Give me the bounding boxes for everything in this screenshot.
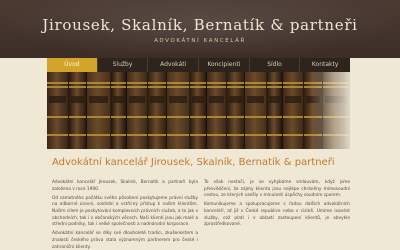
book-spine [87, 72, 111, 149]
site-title[interactable]: Jirousek, Skalník, Bernatík & partneři [0, 16, 400, 34]
book-spine [227, 72, 245, 149]
paragraph: Komunikujeme a spolupracujeme s řadou da… [204, 202, 350, 228]
book-spine [190, 72, 207, 149]
page-title: Advokátní kancelář Jirousek, Skalník, Be… [52, 157, 335, 168]
main-nav: Úvod Služby Advokáti Koncipienti Sídlo K… [47, 58, 350, 72]
paragraph: Advokátní kancelář se díky své dlouholet… [52, 231, 198, 250]
book-spine [111, 72, 127, 149]
book-spine [245, 72, 267, 149]
book-spine [283, 72, 304, 149]
book-spine [167, 72, 190, 149]
site-header: Jirousek, Skalník, Bernatík & partneři A… [0, 0, 400, 58]
paragraph: Od samotného počátku svého působení posk… [52, 195, 198, 228]
nav-item-sidlo[interactable]: Sídlo [250, 58, 301, 72]
banner-fade [310, 72, 350, 149]
book-spine [69, 72, 87, 149]
book-spine [148, 72, 167, 149]
content-column-right: To však nestačí, je se vyhýbáme smlouvám… [204, 180, 350, 231]
paragraph: To však nestačí, je se vyhýbáme smlouvám… [204, 180, 350, 199]
nav-item-uvod[interactable]: Úvod [47, 58, 98, 72]
site-subtitle: ADVOKÁTNÍ KANCELÁŘ [154, 38, 246, 44]
book-spine [47, 72, 69, 149]
paragraph: Advokátní kancelář Jirousek, Skalník, Be… [52, 180, 198, 192]
nav-item-koncipienti[interactable]: Koncipienti [199, 58, 250, 72]
banner-image [47, 72, 350, 149]
nav-item-sluzby[interactable]: Služby [98, 58, 149, 72]
book-spine [267, 72, 283, 149]
nav-item-advokati[interactable]: Advokáti [148, 58, 200, 72]
book-spine [207, 72, 227, 149]
content-column-left: Advokátní kancelář Jirousek, Skalník, Be… [52, 180, 198, 250]
book-spine [127, 72, 148, 149]
nav-item-kontakty[interactable]: Kontakty [300, 58, 350, 72]
